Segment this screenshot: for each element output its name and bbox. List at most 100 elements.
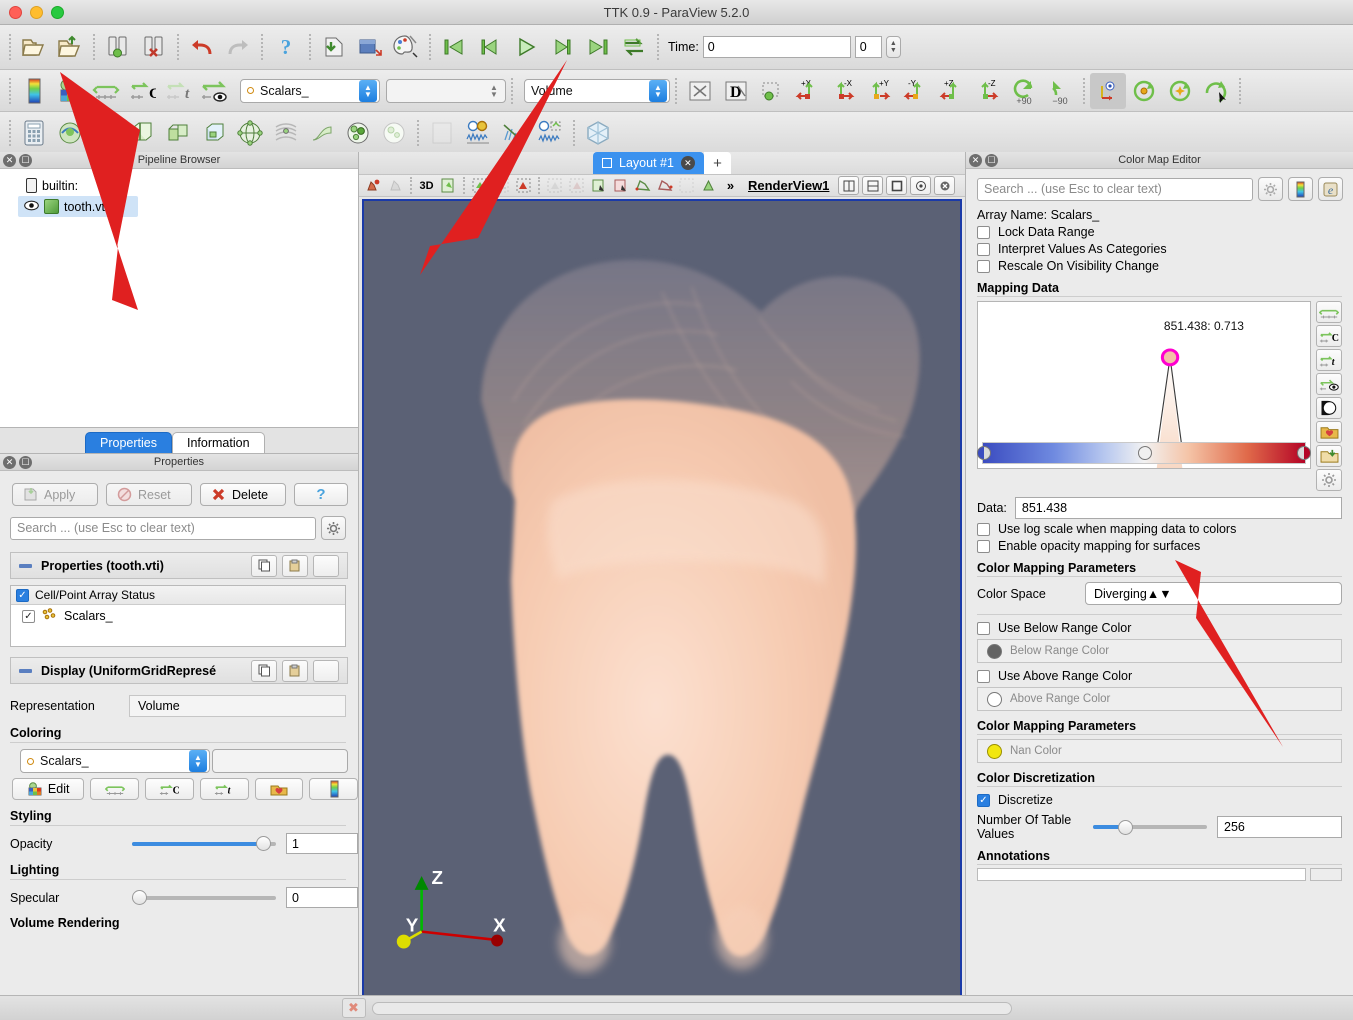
reset-button[interactable]: Reset (106, 483, 192, 506)
select-polygon-cells-icon[interactable] (632, 175, 653, 196)
pipeline-item-builtin[interactable]: builtin: (0, 175, 358, 196)
slider-handle[interactable] (132, 890, 147, 905)
properties-help-button[interactable]: ? (294, 483, 348, 506)
chevron-updown-icon[interactable]: ▲▼ (1147, 587, 1172, 601)
last-frame-icon[interactable] (580, 29, 616, 65)
show-color-legend-button[interactable] (309, 778, 358, 800)
use-above-range-checkbox[interactable] (977, 670, 990, 683)
lock-data-range-checkbox[interactable] (977, 226, 990, 239)
first-frame-icon[interactable] (436, 29, 472, 65)
zoom-to-data-icon[interactable]: D (718, 73, 754, 109)
slider-handle[interactable] (1118, 820, 1133, 835)
rescale-to-data-range-button[interactable] (90, 778, 139, 800)
pipeline-item-tooth[interactable]: tooth.vti (18, 196, 138, 217)
set-view-plus-z-icon[interactable]: +Z (934, 73, 970, 109)
group-datasets-icon[interactable] (340, 115, 376, 151)
delete-button[interactable]: Delete (200, 483, 286, 506)
rescale-custom-range-button[interactable]: C (145, 778, 194, 800)
properties-search-input[interactable]: Search ... (use Esc to clear text) (10, 517, 316, 540)
warp-filter-icon[interactable] (304, 115, 340, 151)
plot-selection-icon[interactable] (532, 115, 568, 151)
select-points-surface-icon[interactable] (469, 175, 490, 196)
array-row-checkbox[interactable]: ✓ (22, 610, 35, 623)
layout-tab[interactable]: Layout #1 ✕ (593, 152, 704, 174)
set-view-minus-y-icon[interactable]: -Y (898, 73, 934, 109)
opacity-value-input[interactable]: 1 (286, 833, 358, 854)
ttk-filter-a-icon[interactable] (424, 115, 460, 151)
chevron-updown-icon[interactable]: ▲▼ (649, 80, 667, 102)
table-values-input[interactable]: 256 (1217, 816, 1342, 838)
rescale-to-data-range-icon[interactable] (1316, 301, 1342, 323)
collapse-icon[interactable] (19, 564, 32, 568)
time-index-stepper[interactable]: ▲▼ (886, 36, 901, 58)
view-toolbar-overflow[interactable]: » (720, 175, 741, 196)
glyph-filter-icon[interactable] (232, 115, 268, 151)
color-space-combo[interactable]: Diverging ▲▼ (1085, 582, 1342, 605)
display-section-header[interactable]: Display (UniformGridRepresé (10, 657, 348, 684)
chevron-updown-icon[interactable]: ▲▼ (189, 750, 207, 772)
coloring-array-combo[interactable]: Scalars_ ▲▼ (20, 749, 210, 773)
discretize-checkbox[interactable]: ✓ (977, 794, 990, 807)
representation-combo[interactable]: Volume ▲▼ (524, 79, 670, 103)
maximize-view-button[interactable] (886, 176, 907, 195)
close-view-button[interactable] (934, 176, 955, 195)
colormap-stop-right[interactable] (1297, 446, 1311, 460)
use-below-range-checkbox[interactable] (977, 622, 990, 635)
pipeline-close-icon[interactable]: ✕ (3, 154, 16, 167)
apply-button[interactable]: Apply (12, 483, 98, 506)
color-transfer-function-strip[interactable] (982, 442, 1306, 464)
cme-settings-gear-icon[interactable] (1258, 177, 1283, 201)
rescale-over-time-icon[interactable]: t (160, 73, 196, 109)
add-layout-button[interactable]: + (704, 152, 731, 174)
stream-tracer-icon[interactable] (268, 115, 304, 151)
properties-tab-strip[interactable]: Properties Information (0, 428, 358, 454)
properties-close-icon[interactable]: ✕ (3, 456, 16, 469)
time-controls[interactable]: Time: 0 0 ▲▼ (668, 36, 901, 58)
rescale-visible-range-icon[interactable] (196, 73, 232, 109)
ttk-cube-icon[interactable] (580, 115, 616, 151)
pipeline-float-icon[interactable]: ☐ (19, 154, 32, 167)
minimize-window-button[interactable] (30, 6, 43, 19)
select-cells-frustum-icon[interactable] (491, 175, 512, 196)
clip-filter-icon[interactable] (88, 115, 124, 151)
rotate-minus-90-icon[interactable]: −90 (1042, 73, 1078, 109)
hover-points-icon[interactable] (610, 175, 631, 196)
undock-view-button[interactable] (910, 176, 931, 195)
annotations-table[interactable] (977, 868, 1306, 881)
close-window-button[interactable] (9, 6, 22, 19)
contour-filter-icon[interactable] (52, 115, 88, 151)
pick-center-rotation-icon[interactable] (1162, 73, 1198, 109)
invert-transfer-function-icon[interactable] (1316, 397, 1342, 419)
help-icon[interactable]: ? (268, 29, 304, 65)
color-by-array-combo[interactable]: Scalars_ ▲▼ (240, 79, 380, 103)
colormap-stop-mid[interactable] (1138, 446, 1152, 460)
previous-frame-icon[interactable] (472, 29, 508, 65)
cme-search-input[interactable]: Search ... (use Esc to clear text) (977, 178, 1253, 201)
above-range-color-button[interactable]: Above Range Color (977, 687, 1342, 711)
plot-data-icon[interactable] (496, 115, 532, 151)
window-controls[interactable] (0, 6, 64, 19)
use-above-range-row[interactable]: Use Above Range Color (966, 663, 1353, 683)
time-index-input[interactable]: 0 (855, 36, 882, 58)
properties-section-header[interactable]: Properties (tooth.vti) (10, 552, 348, 579)
restore-defaults-icon[interactable] (313, 555, 339, 577)
interpret-categories-checkbox[interactable] (977, 243, 990, 256)
maximize-window-button[interactable] (51, 6, 64, 19)
restore-display-defaults-icon[interactable] (313, 660, 339, 682)
discretize-row[interactable]: ✓ Discretize (966, 787, 1353, 807)
rescale-on-visibility-checkbox[interactable] (977, 260, 990, 273)
paste-properties-icon[interactable] (282, 555, 308, 577)
select-block-alt-icon[interactable] (566, 175, 587, 196)
select-block-icon[interactable] (544, 175, 565, 196)
clear-selection-icon[interactable] (676, 175, 697, 196)
loop-animation-icon[interactable] (616, 29, 652, 65)
rescale-on-visibility-row[interactable]: Rescale On Visibility Change (966, 256, 1353, 273)
hover-cells-icon[interactable] (588, 175, 609, 196)
undo-icon[interactable] (184, 29, 220, 65)
render-view[interactable]: Z X Y (362, 199, 962, 997)
annotations-buttons[interactable] (1310, 868, 1342, 881)
rescale-over-time-icon[interactable]: t (1316, 349, 1342, 371)
log-scale-row[interactable]: Use log scale when mapping data to color… (966, 519, 1353, 536)
lock-data-range-row[interactable]: Lock Data Range (966, 222, 1353, 239)
pipeline-list[interactable]: builtin: tooth.vti (0, 169, 358, 427)
